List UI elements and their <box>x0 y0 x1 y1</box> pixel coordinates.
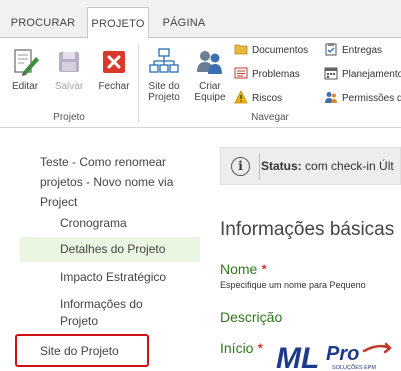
tab-pagina[interactable]: PÁGINA <box>152 9 216 38</box>
save-button-label: Salvar <box>54 81 84 92</box>
nav-item-informacoes-do-projeto[interactable]: Informações do Projeto <box>60 296 170 330</box>
required-marker: * <box>261 261 267 277</box>
project-site-button-label: Site do Projeto <box>148 81 180 103</box>
calendar-icon <box>324 66 338 80</box>
nav-item-impacto-estrategico[interactable]: Impacto Estratégico <box>60 267 166 287</box>
tab-procurar[interactable]: PROCURAR <box>0 9 86 38</box>
field-label-descricao: Descrição <box>220 309 282 325</box>
issues-button[interactable]: Problemas <box>234 66 300 84</box>
risks-label: Riscos <box>252 93 283 104</box>
sitemap-icon <box>148 46 180 78</box>
edit-button-label: Editar <box>11 81 39 92</box>
save-button[interactable]: Salvar <box>50 46 88 92</box>
deliverables-button[interactable]: Entregas <box>324 42 382 60</box>
edit-icon <box>9 46 41 78</box>
field-label-inicio: Início * <box>220 340 263 356</box>
permissions-label: Permissões do <box>342 93 401 104</box>
nav-item-cronograma[interactable]: Cronograma <box>60 213 127 233</box>
ribbon: Editar Salvar Fechar Projeto Site do Pro… <box>0 38 401 128</box>
brand-logo: ML Pro SOLUÇÕES EPM <box>274 340 401 371</box>
edit-button[interactable]: Editar <box>6 46 44 92</box>
documents-button[interactable]: Documentos <box>234 42 308 60</box>
required-marker: * <box>257 340 263 356</box>
svg-text:Pro: Pro <box>326 343 359 365</box>
close-icon <box>98 46 130 78</box>
nav-project-title[interactable]: Teste - Como renomear projetos - Novo no… <box>40 152 200 212</box>
field-label-descricao-text: Descrição <box>220 309 283 325</box>
field-label-inicio-text: Início <box>220 340 254 356</box>
warning-icon <box>234 90 248 104</box>
risks-button[interactable]: Riscos <box>234 90 282 108</box>
field-label-nome-text: Nome <box>220 261 258 277</box>
group-label-projeto: Projeto <box>53 112 85 123</box>
svg-text:SOLUÇÕES EPM: SOLUÇÕES EPM <box>332 364 376 371</box>
planning-button[interactable]: Planejamento <box>324 66 401 84</box>
ribbon-tab-bar: PROCURAR PROJETO PÁGINA <box>0 0 401 39</box>
box-icon <box>324 42 338 56</box>
close-button[interactable]: Fechar <box>94 46 134 92</box>
status-divider <box>259 154 260 180</box>
tab-projeto[interactable]: PROJETO <box>87 7 149 39</box>
team-icon <box>194 46 226 78</box>
nav-item-detalhes-do-projeto[interactable]: Detalhes do Projeto <box>20 237 200 262</box>
status-bar: i Status: com check-in Últ <box>220 147 401 185</box>
close-button-label: Fechar <box>98 81 130 92</box>
section-title: Informações básicas <box>220 219 395 240</box>
project-site-button[interactable]: Site do Projeto <box>142 46 186 103</box>
planning-label: Planejamento <box>342 69 401 80</box>
create-team-button[interactable]: Criar Equipe <box>188 46 232 103</box>
list-icon <box>234 66 248 80</box>
status-label: Status: <box>261 159 302 173</box>
field-description-nome: Especifique um nome para Pequeno <box>220 280 366 290</box>
highlight-box <box>15 334 149 367</box>
status-message: Status: com check-in Últ <box>261 159 394 173</box>
group-label-navegar: Navegar <box>251 112 289 123</box>
info-icon: i <box>231 157 250 176</box>
save-icon <box>53 46 85 78</box>
permissions-button[interactable]: Permissões do <box>324 90 401 108</box>
documents-label: Documentos <box>252 45 309 56</box>
deliverables-label: Entregas <box>342 45 383 56</box>
create-team-button-label: Criar Equipe <box>194 81 226 103</box>
folder-icon <box>234 42 248 56</box>
field-label-nome: Nome * <box>220 261 267 277</box>
status-value: com check-in Últ <box>305 159 394 173</box>
users-icon <box>324 90 338 104</box>
group-divider <box>138 44 139 122</box>
svg-text:ML: ML <box>276 342 319 371</box>
issues-label: Problemas <box>252 69 300 80</box>
